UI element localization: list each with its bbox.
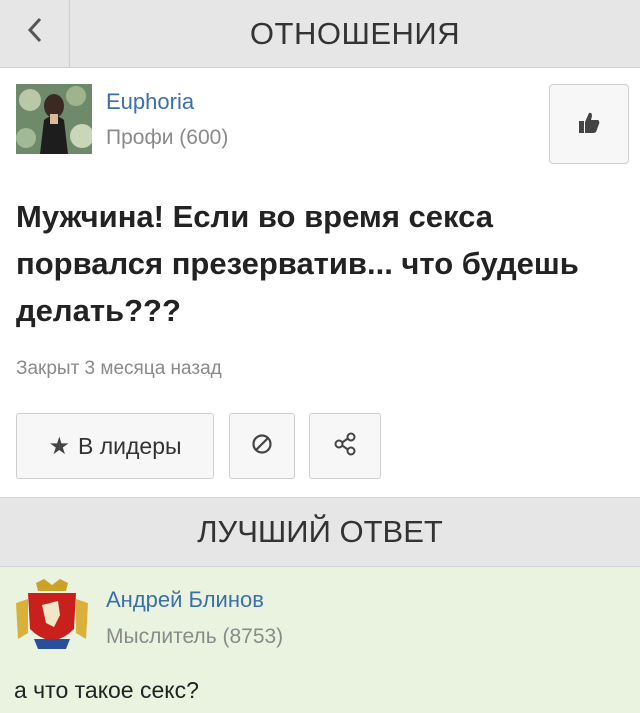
answerer-avatar[interactable] [14, 579, 90, 653]
chevron-left-icon [26, 16, 44, 52]
back-button[interactable] [0, 0, 70, 68]
answer-text: а что такое секс? [14, 677, 199, 703]
author-rank: Профи (600) [106, 126, 229, 149]
author-avatar[interactable] [16, 84, 92, 154]
author-name[interactable]: Euphoria [106, 89, 194, 115]
share-button[interactable] [309, 413, 381, 479]
thumbs-up-icon [578, 110, 600, 139]
answerer-rank: Мыслитель (8753) [106, 625, 284, 648]
block-icon [251, 433, 273, 460]
like-button[interactable] [549, 84, 629, 164]
leaders-button[interactable]: ★ В лидеры [16, 413, 214, 479]
block-button[interactable] [229, 413, 295, 479]
page-title: ОТНОШЕНИЯ [249, 16, 461, 51]
best-answer: Андрей Блинов Мыслитель (8753) а что так… [0, 567, 640, 713]
best-answer-heading: ЛУЧШИЙ ОТВЕТ [0, 497, 640, 567]
question-author[interactable]: Euphoria Профи (600) [16, 84, 416, 154]
top-bar: ОТНОШЕНИЯ [0, 0, 640, 68]
star-icon: ★ [48, 432, 70, 460]
share-icon [334, 432, 356, 461]
answerer-name[interactable]: Андрей Блинов [106, 587, 264, 613]
leaders-label: В лидеры [77, 432, 182, 459]
question-text: Мужчина! Если во время секса порвался пр… [16, 199, 579, 328]
question-status: Закрыт 3 месяца назад [16, 358, 222, 379]
